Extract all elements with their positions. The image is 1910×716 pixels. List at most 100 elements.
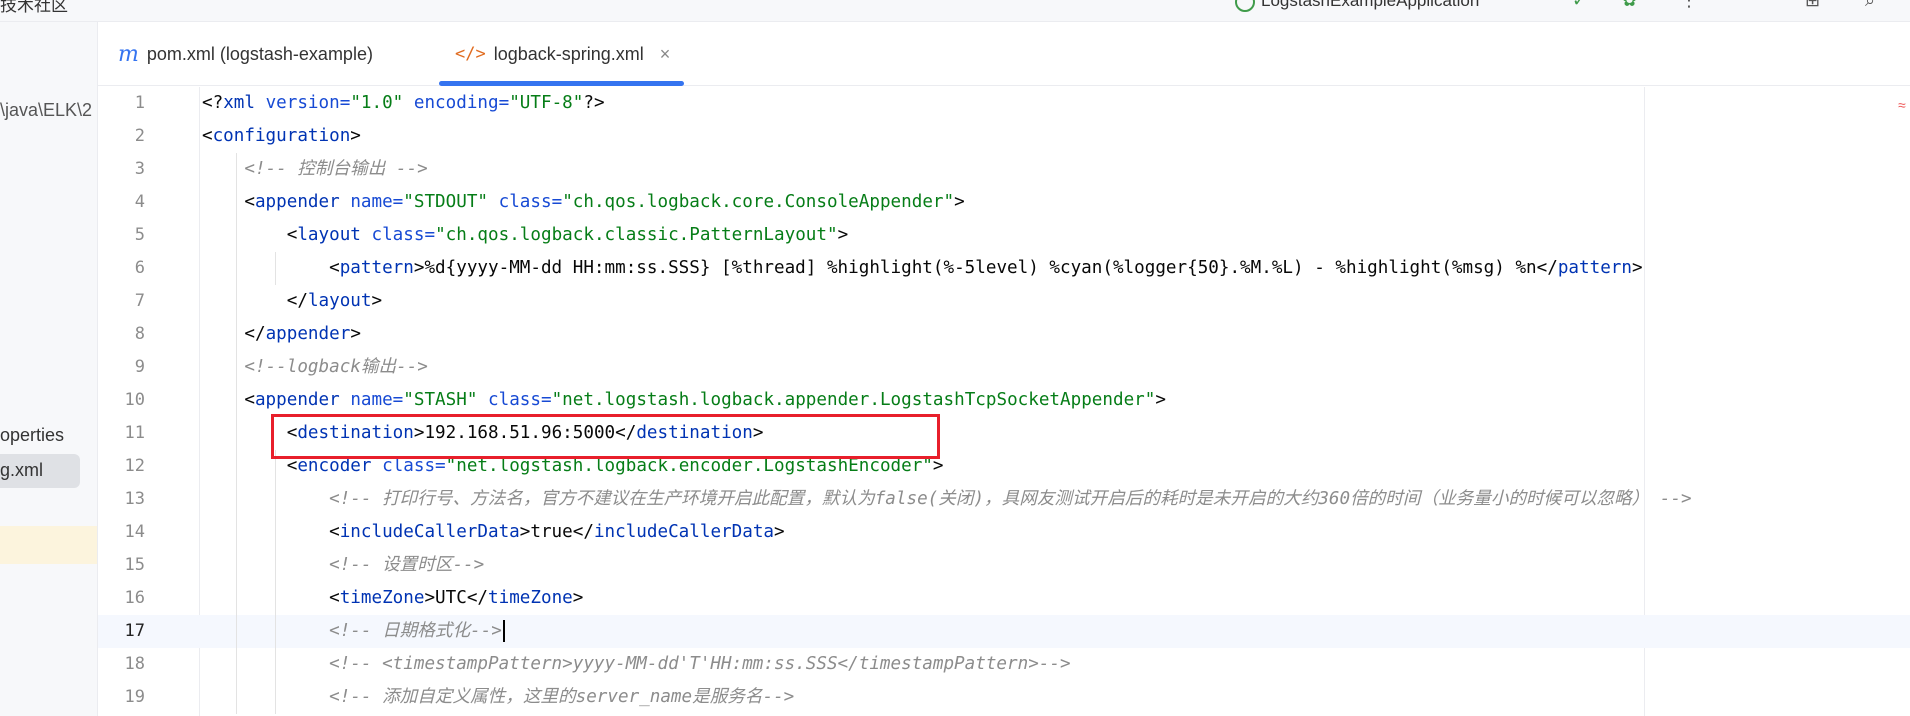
code-editor[interactable]: 1 <?xml version="1.0" encoding="UTF-8"?> 2… xyxy=(98,87,1910,716)
code-token: xml xyxy=(223,93,266,113)
code-text: <appender name="STDOUT" class="ch.qos.lo… xyxy=(202,186,965,219)
code-token: > xyxy=(572,588,584,608)
line-number: 10 xyxy=(124,390,145,410)
tab-pom-xml[interactable]: m pom.xml (logstash-example) xyxy=(118,22,373,86)
code-line[interactable]: 5 <layout class="ch.qos.logback.classic.… xyxy=(98,219,1910,252)
code-line[interactable]: 9 <!--logback输出--> xyxy=(98,351,1910,384)
code-token: > xyxy=(954,192,965,212)
code-line[interactable]: 10 <appender name="STASH" class="net.log… xyxy=(98,384,1910,417)
code-token: >%d{yyyy-MM-dd HH:mm:ss.SSS} [%thread] %… xyxy=(413,258,1558,278)
code-line[interactable]: 14 <includeCallerData>true</includeCalle… xyxy=(98,516,1910,549)
code-token: appender xyxy=(254,192,351,212)
code-line[interactable]: 3 <!-- 控制台输出 --> xyxy=(98,153,1910,186)
project-tool-window: \java\ELK\2 operties g.xml xyxy=(0,22,98,716)
code-line[interactable]: 13 <!-- 打印行号、方法名，官方不建议在生产环境开启此配置，默认为fals… xyxy=(98,483,1910,516)
code-text: <configuration> xyxy=(202,120,361,153)
code-token: "ch.qos.logback.core.ConsoleAppender" xyxy=(562,192,955,212)
code-token: < xyxy=(202,258,340,278)
code-text: <layout class="ch.qos.logback.classic.Pa… xyxy=(202,219,848,252)
run-icon[interactable]: ✓ xyxy=(1572,0,1587,10)
code-text: <!-- <timestampPattern>yyyy-MM-dd'T'HH:m… xyxy=(202,648,1070,681)
code-line[interactable]: 1 <?xml version="1.0" encoding="UTF-8"?> xyxy=(98,87,1910,120)
inspection-widget-icon[interactable]: ≈ xyxy=(1898,97,1906,113)
code-token: ?> xyxy=(583,93,605,113)
code-line[interactable]: 15 <!-- 设置时区--> xyxy=(98,549,1910,582)
maven-icon: m xyxy=(118,41,139,67)
code-token: class= xyxy=(498,192,563,212)
line-number: 6 xyxy=(134,258,145,278)
project-item-properties[interactable]: operties xyxy=(0,425,64,446)
project-item-selected[interactable]: g.xml xyxy=(0,454,80,488)
line-number: 2 xyxy=(134,126,145,146)
code-token: encoding= xyxy=(413,93,510,113)
code-token: layout xyxy=(297,225,372,245)
code-token: pattern xyxy=(339,258,414,278)
code-token: > xyxy=(1632,258,1643,278)
code-token: version= xyxy=(265,93,351,113)
code-token: >UTC</ xyxy=(424,588,489,608)
code-text: <includeCallerData>true</includeCallerDa… xyxy=(202,516,785,549)
code-token: > xyxy=(837,225,849,245)
code-token: </ xyxy=(202,291,308,311)
project-path[interactable]: \java\ELK\2 xyxy=(0,100,92,121)
code-token: < xyxy=(202,522,340,542)
code-token: < xyxy=(202,588,340,608)
code-line[interactable]: 17 <!-- 日期格式化--> xyxy=(98,615,1910,648)
line-number: 12 xyxy=(124,456,145,476)
code-token: > xyxy=(350,324,361,344)
code-line[interactable]: 2 <configuration> xyxy=(98,120,1910,153)
code-text: <timeZone>UTC</timeZone> xyxy=(202,582,583,615)
code-line[interactable]: 16 <timeZone>UTC</timeZone> xyxy=(98,582,1910,615)
code-token: "STASH" xyxy=(403,390,478,410)
code-text: </appender> xyxy=(202,318,361,351)
line-number: 4 xyxy=(134,192,145,212)
code-text: <!-- 添加自定义属性，这里的server_name是服务名--> xyxy=(202,681,794,714)
code-line[interactable]: 19 <!-- 添加自定义属性，这里的server_name是服务名--> xyxy=(98,681,1910,714)
run-config-label: LogstashExampleApplication xyxy=(1261,0,1480,10)
code-token: <!-- 打印行号、方法名，官方不建议在生产环境开启此配置，默认为false(关… xyxy=(329,489,1692,509)
line-number: 7 xyxy=(134,291,145,311)
code-token: class= xyxy=(488,390,552,410)
code-text: <!-- 日期格式化--> xyxy=(202,615,505,648)
code-text: <?xml version="1.0" encoding="UTF-8"?> xyxy=(202,87,605,120)
add-user-icon[interactable]: ⊞ xyxy=(1805,0,1820,10)
xml-file-icon: </> xyxy=(455,44,486,64)
line-number: 18 xyxy=(124,654,145,674)
code-token: appender xyxy=(265,324,351,344)
code-line[interactable]: 7 </layout> xyxy=(98,285,1910,318)
code-text: <appender name="STASH" class="net.logsta… xyxy=(202,384,1166,417)
search-icon[interactable]: ⌕ xyxy=(1865,0,1875,10)
editor-tabs: m pom.xml (logstash-example) </> logback… xyxy=(98,22,1910,86)
code-token: pattern xyxy=(1557,258,1632,278)
code-token: </ xyxy=(202,324,266,344)
code-line[interactable]: 6 <pattern>%d{yyyy-MM-dd HH:mm:ss.SSS} [… xyxy=(98,252,1910,285)
more-actions-icon[interactable]: ⋮ xyxy=(1680,0,1698,10)
line-number: 15 xyxy=(124,555,145,575)
line-number: 11 xyxy=(124,423,145,443)
menu-text[interactable]: 技术社区 xyxy=(0,0,68,16)
code-token: "UTF-8" xyxy=(509,93,584,113)
code-token: < xyxy=(202,456,298,476)
tab-logback-spring-xml[interactable]: </> logback-spring.xml × xyxy=(439,22,685,86)
code-token: class= xyxy=(382,456,446,476)
code-token: class= xyxy=(371,225,436,245)
debug-icon[interactable]: ✿ xyxy=(1622,0,1637,10)
line-number: 1 xyxy=(134,93,145,113)
code-token: encoder xyxy=(297,456,383,476)
code-line[interactable]: 18 <!-- <timestampPattern>yyyy-MM-dd'T'H… xyxy=(98,648,1910,681)
line-number: 3 xyxy=(134,159,145,179)
code-token: "net.logstash.logback.encoder.LogstashEn… xyxy=(445,456,933,476)
run-configuration-selector[interactable]: LogstashExampleApplication xyxy=(1235,0,1479,12)
code-line[interactable]: 8 </appender> xyxy=(98,318,1910,351)
close-icon[interactable]: × xyxy=(660,44,671,65)
highlight-annotation-box xyxy=(271,414,940,459)
line-number: 16 xyxy=(124,588,145,608)
tab-label: pom.xml (logstash-example) xyxy=(146,43,373,64)
code-line[interactable]: 4 <appender name="STDOUT" class="ch.qos.… xyxy=(98,186,1910,219)
